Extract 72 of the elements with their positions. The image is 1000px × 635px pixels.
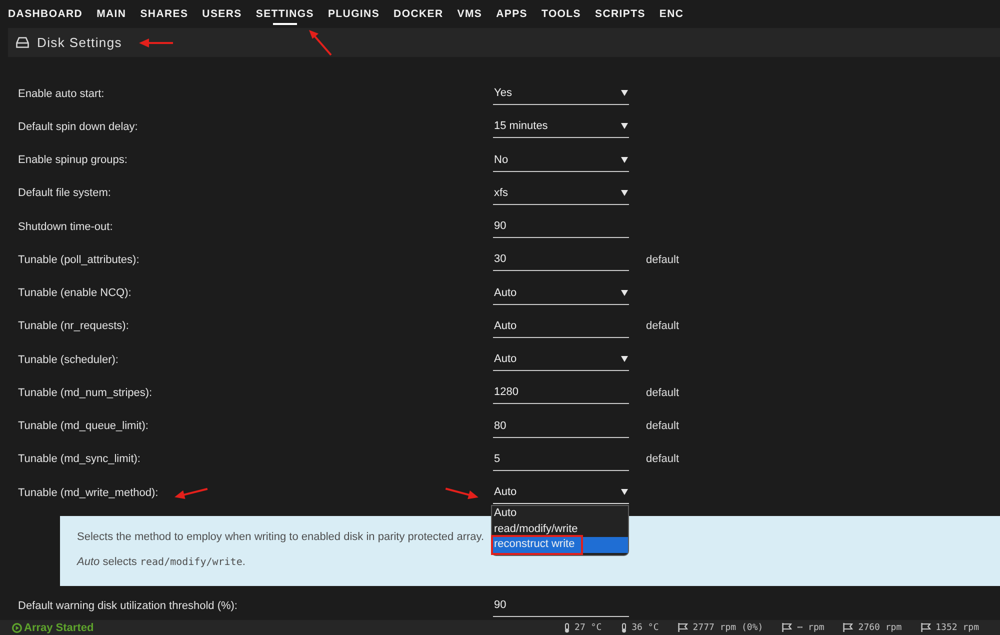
nav-tab[interactable]: SCRIPTS bbox=[595, 0, 646, 28]
flag-icon bbox=[782, 623, 792, 632]
input-field[interactable]: 30 bbox=[493, 248, 629, 272]
dropdown[interactable]: Auto bbox=[493, 481, 629, 504]
field-label: Tunable (enable NCQ): bbox=[18, 287, 132, 300]
page-title: Disk Settings bbox=[37, 35, 122, 50]
caret-icon bbox=[621, 156, 628, 163]
hint-text: default bbox=[646, 453, 680, 466]
input-field[interactable]: 1280 bbox=[493, 381, 629, 404]
caret-icon bbox=[621, 90, 628, 96]
dropdown[interactable]: Auto bbox=[493, 282, 629, 305]
nav-tab[interactable]: TOOLS bbox=[542, 0, 581, 28]
nav-tab[interactable]: SHARES bbox=[140, 0, 188, 28]
input-field[interactable]: 80 bbox=[493, 414, 629, 438]
sensor-reading: 1352 rpm bbox=[936, 622, 979, 632]
sensor-reading: 36 °C bbox=[632, 622, 659, 632]
hint-text: default bbox=[646, 386, 680, 399]
nav-tab[interactable]: USERS bbox=[202, 0, 242, 28]
dropdown[interactable]: 15 minutes bbox=[493, 115, 629, 138]
sensor-reading: 27 °C bbox=[574, 622, 602, 632]
field-label: Tunable (nr_requests): bbox=[18, 320, 129, 332]
sensor-reading: ⋯ rpm bbox=[797, 622, 824, 632]
dropdown[interactable]: xfs bbox=[493, 182, 629, 205]
field-label: Tunable (md_sync_limit): bbox=[18, 453, 140, 466]
play-icon bbox=[12, 622, 22, 632]
field-label: Default spin down delay: bbox=[18, 120, 138, 133]
sensor-reading: 2777 rpm (0%) bbox=[692, 622, 764, 632]
nav-tab[interactable]: VMS bbox=[457, 0, 482, 28]
hint-text: default bbox=[646, 254, 680, 266]
thermometer-icon bbox=[620, 622, 627, 632]
field-label: Tunable (md_write_method): bbox=[18, 486, 158, 499]
dropdown[interactable]: Yes bbox=[493, 82, 629, 106]
field-label: Tunable (md_queue_limit): bbox=[18, 420, 148, 432]
input-field[interactable]: 90 bbox=[493, 215, 629, 238]
caret-icon bbox=[621, 290, 628, 296]
sensor-reading: 2760 rpm bbox=[858, 622, 902, 632]
input-field[interactable]: Auto bbox=[493, 314, 629, 338]
caret-icon bbox=[621, 489, 628, 496]
dropdown[interactable]: No bbox=[493, 148, 629, 172]
dropdown[interactable]: Auto bbox=[493, 348, 629, 372]
caret-icon bbox=[621, 356, 628, 362]
nav-tab[interactable]: APPS bbox=[496, 0, 528, 28]
hint-text: default bbox=[646, 420, 680, 432]
field-label: Shutdown time-out: bbox=[18, 220, 113, 233]
input-field[interactable]: 90 bbox=[493, 594, 629, 618]
field-label: Default warning disk utilization threshold (%): bbox=[18, 600, 238, 612]
field-label: Tunable (scheduler): bbox=[18, 354, 118, 366]
dropdown-option[interactable]: reconstruct write bbox=[492, 537, 628, 553]
field-label: Tunable (md_num_stripes): bbox=[18, 386, 152, 399]
field-label: Enable spinup groups: bbox=[18, 154, 128, 166]
array-status: Array Started bbox=[24, 622, 94, 634]
field-label: Tunable (poll_attributes): bbox=[18, 254, 140, 266]
nav-tab[interactable]: MAIN bbox=[96, 0, 126, 28]
field-label: Default file system: bbox=[18, 187, 111, 200]
thermometer-icon bbox=[564, 622, 570, 632]
nav-tab[interactable]: SETTINGS bbox=[256, 0, 314, 28]
caret-icon bbox=[621, 123, 628, 130]
input-field[interactable]: 5 bbox=[493, 448, 629, 471]
flag-icon bbox=[920, 623, 931, 632]
nav-tab[interactable]: DASHBOARD bbox=[8, 0, 83, 28]
nav-tab[interactable]: DOCKER bbox=[394, 0, 444, 28]
nav-tab[interactable]: PLUGINS bbox=[328, 0, 380, 28]
help-text: Auto selects read/modify/write. bbox=[77, 555, 246, 570]
field-label: Enable auto start: bbox=[18, 88, 104, 100]
caret-icon bbox=[621, 190, 628, 196]
flag-icon bbox=[843, 623, 854, 632]
dropdown-option[interactable]: read/modify/write bbox=[492, 522, 628, 538]
hint-text: default bbox=[646, 320, 680, 332]
help-text: Selects the method to employ when writing to enabled disk in parity protected array. bbox=[77, 530, 484, 544]
nav-tab[interactable]: ENC bbox=[659, 0, 684, 28]
flag-icon bbox=[678, 623, 688, 632]
dropdown-option[interactable]: Auto bbox=[492, 506, 628, 522]
